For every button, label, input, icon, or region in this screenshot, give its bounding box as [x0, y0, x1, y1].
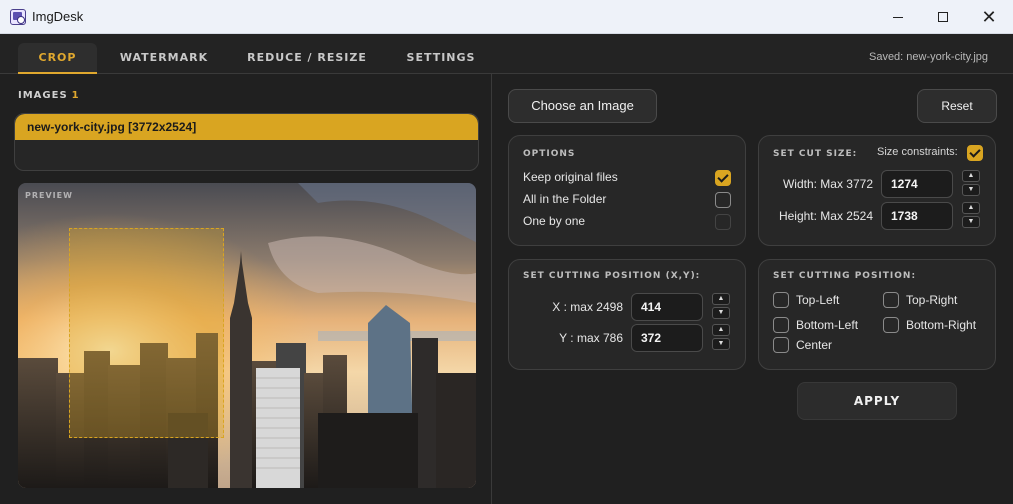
y-decrement-button[interactable]: ▼ [712, 338, 730, 350]
close-button[interactable]: ✕ [966, 0, 1012, 34]
minimize-button[interactable] [875, 0, 921, 34]
images-heading: IMAGES 1 [18, 90, 80, 101]
y-label: Y : max 786 [559, 331, 623, 345]
list-item[interactable]: new-york-city.jpg [3772x2524] [15, 114, 478, 140]
top-right-label: Top-Right [906, 293, 958, 307]
maximize-button[interactable] [920, 0, 966, 34]
option-all-in-folder-label: All in the Folder [523, 192, 607, 206]
height-increment-button[interactable]: ▲ [962, 202, 980, 214]
x-decrement-button[interactable]: ▼ [712, 307, 730, 319]
title-bar: ImgDesk ✕ [0, 0, 1013, 34]
height-decrement-button[interactable]: ▼ [962, 216, 980, 228]
x-increment-button[interactable]: ▲ [712, 293, 730, 305]
tab-crop[interactable]: CROP [18, 43, 97, 74]
bottom-right-checkbox[interactable] [883, 317, 899, 333]
cut-position-card: SET CUTTING POSITION (X,Y): X : max 2498… [508, 259, 746, 370]
size-constraints-label: Size constraints: [877, 146, 958, 158]
bottom-left-checkbox[interactable] [773, 317, 789, 333]
window-title: ImgDesk [32, 9, 84, 24]
width-decrement-button[interactable]: ▼ [962, 184, 980, 196]
cut-position-title: SET CUTTING POSITION (X,Y): [523, 271, 701, 281]
app-image-icon [10, 9, 26, 25]
top-left-label: Top-Left [796, 293, 840, 307]
close-icon: ✕ [981, 6, 997, 27]
cut-size-title: SET CUT SIZE: [773, 149, 858, 159]
width-input[interactable]: 1274 [881, 170, 953, 198]
cut-preset-card: SET CUTTING POSITION: Top-Left Top-Right… [758, 259, 996, 370]
size-constraints-checkbox[interactable] [967, 145, 983, 161]
width-label: Width: Max 3772 [782, 177, 873, 191]
tab-reduce-resize[interactable]: REDUCE / RESIZE [240, 43, 374, 73]
preview-label: PREVIEW [25, 191, 73, 200]
cut-preset-title: SET CUTTING POSITION: [773, 271, 917, 281]
top-left-checkbox[interactable] [773, 292, 789, 308]
option-one-by-one-label: One by one [523, 214, 586, 228]
maximize-icon [938, 12, 948, 22]
images-count: 1 [71, 90, 80, 101]
apply-button[interactable]: APPLY [797, 382, 957, 420]
bottom-right-label: Bottom-Right [906, 318, 977, 332]
center-checkbox[interactable] [773, 337, 789, 353]
keep-original-checkbox[interactable] [715, 170, 731, 186]
image-preview[interactable]: PREVIEW [18, 183, 476, 488]
all-in-folder-checkbox[interactable] [715, 192, 731, 208]
x-input[interactable]: 414 [631, 293, 703, 321]
images-label: IMAGES [18, 90, 68, 101]
bottom-left-label: Bottom-Left [796, 318, 859, 332]
options-title: OPTIONS [523, 149, 576, 159]
right-pane: Choose an Image Reset OPTIONS Keep origi… [493, 74, 1013, 504]
one-by-one-checkbox[interactable] [715, 214, 731, 230]
height-label: Height: Max 2524 [778, 209, 873, 223]
height-input[interactable]: 1738 [881, 202, 953, 230]
top-right-checkbox[interactable] [883, 292, 899, 308]
y-increment-button[interactable]: ▲ [712, 324, 730, 336]
minimize-icon [893, 16, 903, 18]
tab-watermark[interactable]: WATERMARK [112, 43, 216, 73]
options-card: OPTIONS Keep original files All in the F… [508, 135, 746, 246]
center-label: Center [796, 338, 833, 352]
saved-status: Saved: new-york-city.jpg [868, 51, 988, 63]
option-keep-original-label: Keep original files [523, 170, 618, 184]
y-input[interactable]: 372 [631, 324, 703, 352]
reset-button[interactable]: Reset [917, 89, 997, 123]
tab-bar: CROP WATERMARK REDUCE / RESIZE SETTINGS … [0, 34, 1013, 74]
width-increment-button[interactable]: ▲ [962, 170, 980, 182]
choose-image-button[interactable]: Choose an Image [508, 89, 657, 123]
tab-settings[interactable]: SETTINGS [398, 43, 484, 73]
left-pane: IMAGES 1 new-york-city.jpg [3772x2524] PR… [0, 74, 492, 504]
image-list: new-york-city.jpg [3772x2524] [14, 113, 479, 171]
cut-size-card: SET CUT SIZE: Size constraints: Width: M… [758, 135, 996, 246]
x-label: X : max 2498 [552, 300, 623, 314]
crop-selection-box[interactable] [69, 228, 224, 438]
